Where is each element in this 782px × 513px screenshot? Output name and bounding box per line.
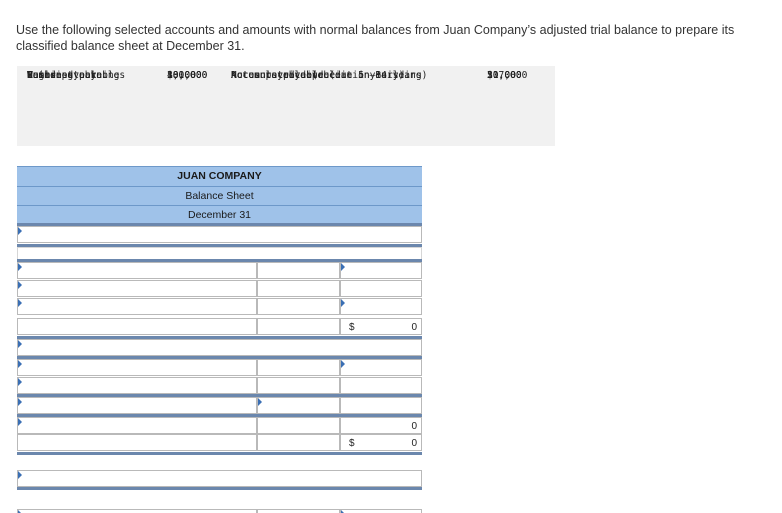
account-select[interactable] bbox=[17, 397, 257, 414]
total-label-input[interactable] bbox=[17, 318, 257, 335]
amount-input[interactable] bbox=[257, 377, 340, 394]
total-label-input[interactable] bbox=[17, 434, 257, 451]
account-select[interactable] bbox=[17, 262, 257, 279]
company-name: JUAN COMPANY bbox=[17, 166, 422, 186]
account-name: Accounts payable bbox=[231, 70, 324, 81]
currency-symbol: $ bbox=[349, 438, 355, 449]
account-amount: 40,000 bbox=[167, 70, 202, 81]
account-select[interactable] bbox=[17, 359, 257, 376]
accounts-table: Wages payable Building Cash Interest pay… bbox=[17, 66, 555, 146]
account-select[interactable] bbox=[17, 280, 257, 297]
dropdown-arrow-icon bbox=[18, 471, 22, 479]
dropdown-arrow-icon bbox=[18, 227, 22, 235]
account-select[interactable] bbox=[17, 298, 257, 315]
amount-input[interactable] bbox=[257, 509, 340, 513]
instructions: Use the following selected accounts and … bbox=[16, 23, 735, 53]
amount-input[interactable] bbox=[257, 262, 340, 279]
account-amount: 11,000 bbox=[487, 70, 522, 81]
blank-cell bbox=[257, 318, 340, 335]
subtotal-value: 0 bbox=[411, 421, 417, 432]
subtotal-input[interactable] bbox=[340, 262, 422, 279]
currency-symbol: $ bbox=[349, 322, 355, 333]
amount-input[interactable] bbox=[257, 417, 340, 434]
dropdown-arrow-icon bbox=[18, 418, 22, 426]
subtotal-input[interactable] bbox=[340, 509, 422, 513]
subtotal-input[interactable] bbox=[340, 298, 422, 315]
subtotal-input[interactable] bbox=[340, 359, 422, 376]
account-select[interactable] bbox=[17, 417, 257, 434]
dropdown-arrow-icon bbox=[341, 299, 345, 307]
label-input[interactable] bbox=[17, 470, 422, 487]
balance-sheet-worksheet: JUAN COMPANY Balance Sheet December 31 $… bbox=[17, 166, 422, 513]
dropdown-arrow-icon bbox=[18, 360, 22, 368]
amount-input[interactable] bbox=[257, 298, 340, 315]
blank-cell bbox=[340, 397, 422, 414]
dropdown-arrow-icon bbox=[258, 398, 262, 406]
row-divider bbox=[17, 487, 422, 490]
label-input[interactable] bbox=[17, 226, 422, 243]
total-value: 0 bbox=[411, 438, 417, 449]
statement-date: December 31 bbox=[17, 205, 422, 225]
dropdown-arrow-icon bbox=[18, 340, 22, 348]
dropdown-arrow-icon bbox=[18, 263, 22, 271]
account-select[interactable] bbox=[17, 377, 257, 394]
dropdown-arrow-icon bbox=[18, 378, 22, 386]
statement-name: Balance Sheet bbox=[17, 186, 422, 206]
subtotal-input[interactable] bbox=[340, 377, 422, 394]
subtotal-input[interactable] bbox=[340, 280, 422, 297]
row-divider bbox=[17, 452, 422, 455]
amount-input[interactable] bbox=[257, 280, 340, 297]
total-amount: $ 0 bbox=[340, 434, 422, 451]
amount-input[interactable] bbox=[257, 397, 340, 414]
total-value: 0 bbox=[411, 322, 417, 333]
dropdown-arrow-icon bbox=[18, 398, 22, 406]
dropdown-arrow-icon bbox=[341, 360, 345, 368]
label-input[interactable] bbox=[17, 339, 422, 356]
amount-input[interactable] bbox=[257, 359, 340, 376]
dropdown-arrow-icon bbox=[18, 299, 22, 307]
account-select[interactable] bbox=[17, 509, 257, 513]
total-amount: $ 0 bbox=[340, 318, 422, 335]
subtotal-amount: 0 bbox=[340, 417, 422, 434]
dropdown-arrow-icon bbox=[18, 281, 22, 289]
dropdown-arrow-icon bbox=[341, 263, 345, 271]
account-name: Retained earnings bbox=[27, 70, 126, 81]
blank-cell bbox=[257, 434, 340, 451]
